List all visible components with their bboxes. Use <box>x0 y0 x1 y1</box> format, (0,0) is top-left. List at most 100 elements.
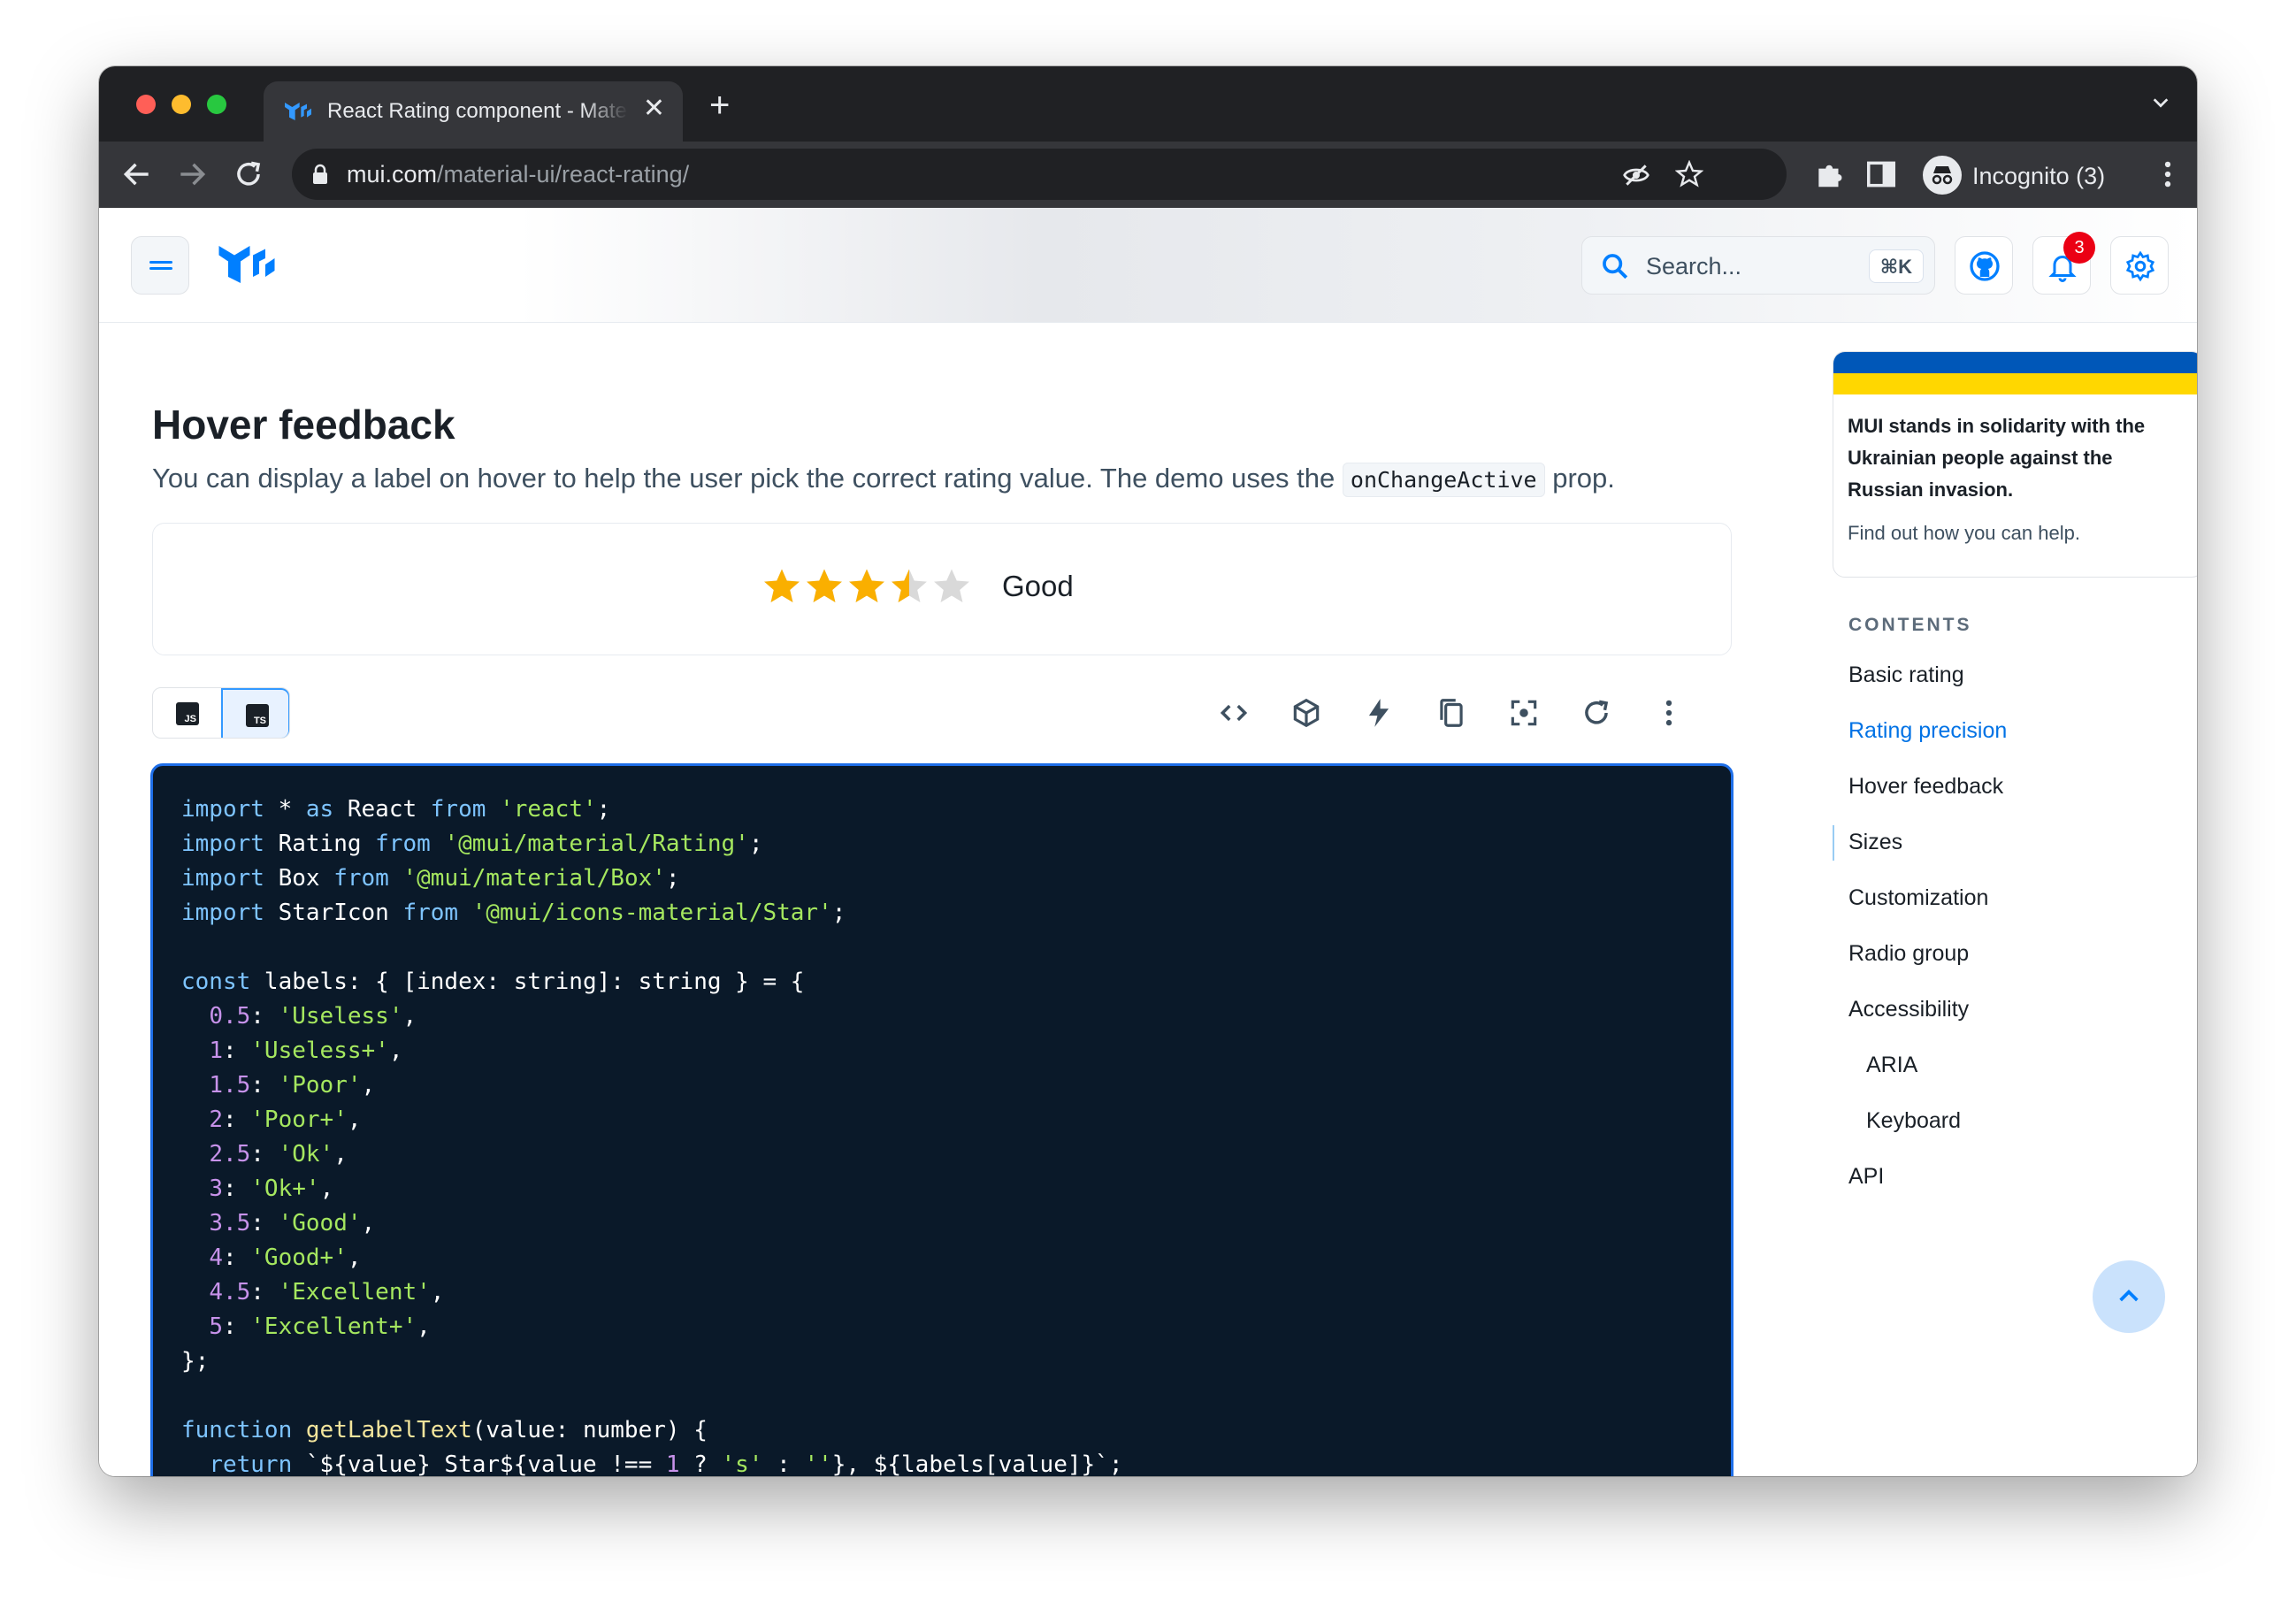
code-line: 4: 'Good+', <box>181 1241 1703 1275</box>
toc-item[interactable]: Sizes <box>1848 830 1902 855</box>
notifications-button[interactable]: 3 <box>2032 232 2095 295</box>
chevron-down-icon[interactable] <box>2151 93 2170 112</box>
code-token: 3.5 <box>209 1210 251 1237</box>
flag-yellow <box>1833 373 2197 394</box>
reload-icon[interactable] <box>232 157 265 191</box>
codesandbox-icon[interactable] <box>1290 696 1323 730</box>
rating-star-icon[interactable] <box>804 566 845 607</box>
rating-star-icon[interactable] <box>762 566 802 607</box>
code-token: import <box>181 831 264 857</box>
code-icon[interactable] <box>1217 696 1251 730</box>
bookmark-star-icon[interactable] <box>1675 160 1703 188</box>
menu-button[interactable] <box>131 236 189 295</box>
code-token: ; <box>748 831 763 857</box>
code-token: 1.5 <box>209 1072 251 1099</box>
address-bar[interactable]: mui.com/material-ui/react-rating/ <box>292 149 1787 200</box>
copy-icon[interactable] <box>1435 696 1468 730</box>
code-token: StarIcon <box>264 900 403 926</box>
js-toggle-button[interactable]: JS <box>153 688 222 738</box>
browser-tab[interactable]: React Rating component - Material UI ✕ <box>264 81 683 142</box>
code-token: '@mui/material/Box' <box>402 865 666 892</box>
code-token: , <box>347 1244 362 1271</box>
rating-star-icon[interactable] <box>846 566 887 607</box>
language-toggle[interactable]: JS TS <box>152 687 290 739</box>
zoom-window-button[interactable] <box>207 95 226 114</box>
github-button[interactable] <box>1955 236 2013 295</box>
gear-icon <box>2125 250 2155 282</box>
toc-item[interactable]: Accessibility <box>1848 997 1969 1022</box>
code-token: from <box>375 831 431 857</box>
mui-logo-icon[interactable] <box>218 240 276 289</box>
code-editor[interactable]: import * as React from 'react'; import Ra… <box>150 763 1733 1476</box>
ukraine-banner[interactable]: MUI stands in solidarity with the Ukrain… <box>1833 351 2197 578</box>
incognito-icon <box>1923 156 1962 195</box>
more-icon[interactable] <box>1652 696 1686 730</box>
toc-item[interactable]: Keyboard <box>1866 1108 1961 1134</box>
code-token: , <box>333 1141 348 1168</box>
search-icon <box>1603 254 1628 279</box>
description-text: You can display a label on hover to help… <box>152 463 1343 494</box>
browser-menu-icon[interactable] <box>2151 157 2185 191</box>
code-line: 2: 'Poor+', <box>181 1103 1703 1137</box>
url-text[interactable]: mui.com/material-ui/react-rating/ <box>347 161 689 188</box>
forward-arrow-icon[interactable] <box>175 157 209 191</box>
ts-icon: TS <box>246 704 269 727</box>
stackblitz-icon[interactable] <box>1362 696 1396 730</box>
search-placeholder: Search... <box>1646 253 1742 279</box>
toc-item[interactable]: ARIA <box>1866 1053 1917 1078</box>
code-token: from <box>333 865 389 892</box>
search-button[interactable]: Search... ⌘K <box>1581 236 1935 295</box>
toc-item[interactable]: Basic rating <box>1848 662 1964 688</box>
rating-star-icon[interactable] <box>889 566 930 607</box>
toc-item[interactable]: API <box>1848 1164 1884 1190</box>
code-line: 2.5: 'Ok', <box>181 1137 1703 1172</box>
code-token: : <box>250 1003 279 1030</box>
reset-icon[interactable] <box>1580 696 1613 730</box>
settings-button[interactable] <box>2110 236 2169 295</box>
close-window-button[interactable] <box>136 95 156 114</box>
code-line: import Box from '@mui/material/Box'; <box>181 861 1703 896</box>
new-tab-button[interactable]: + <box>709 88 730 123</box>
demo-container: Good <box>152 523 1732 655</box>
code-line: const labels: { [index: string]: string … <box>181 965 1703 999</box>
code-token: 4 <box>209 1244 223 1271</box>
tab-close-icon[interactable]: ✕ <box>643 96 665 122</box>
js-label: JS <box>184 714 196 724</box>
code-token: , <box>347 1106 362 1133</box>
banner-link[interactable]: Find out how you can help. <box>1848 522 2080 545</box>
code-token: 2 <box>209 1106 223 1133</box>
code-token: '@mui/icons-material/Star' <box>471 900 832 926</box>
code-line: 3.5: 'Good', <box>181 1206 1703 1241</box>
rating-hover-label: Good <box>1002 570 1074 602</box>
minimize-window-button[interactable] <box>172 95 191 114</box>
rating-star-icon[interactable] <box>931 566 972 607</box>
toc-item[interactable]: Rating precision <box>1848 718 2007 744</box>
ts-toggle-button[interactable]: TS <box>221 688 289 738</box>
toc-item[interactable]: Radio group <box>1848 941 1969 967</box>
code-token: : <box>762 1451 805 1476</box>
code-token: from <box>430 796 486 823</box>
toc-item[interactable]: Hover feedback <box>1848 774 2003 800</box>
js-icon: JS <box>176 702 199 725</box>
incognito-profile-button[interactable]: Incognito (3) <box>1917 150 2121 200</box>
side-panel-icon[interactable] <box>1864 157 1898 191</box>
back-arrow-icon[interactable] <box>120 157 154 191</box>
extensions-puzzle-icon[interactable] <box>1813 157 1847 191</box>
code-token: , <box>417 1313 431 1340</box>
tab-strip: React Rating component - Material UI ✕ + <box>99 66 2197 142</box>
browser-window: React Rating component - Material UI ✕ +… <box>99 66 2197 1476</box>
lock-icon[interactable] <box>311 164 329 185</box>
toc-item[interactable]: Customization <box>1848 885 1988 911</box>
eye-off-icon[interactable] <box>1622 161 1650 189</box>
code-token: 5 <box>209 1313 223 1340</box>
reset-focus-icon[interactable] <box>1507 696 1541 730</box>
scroll-to-top-button[interactable] <box>2093 1260 2165 1333</box>
